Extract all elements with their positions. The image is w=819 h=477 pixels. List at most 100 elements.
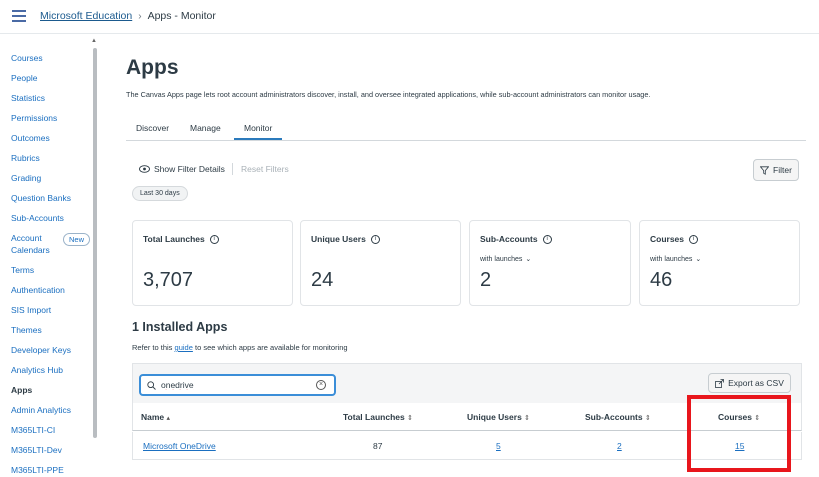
filter-button[interactable]: Filter xyxy=(753,159,799,181)
sidebar-item-m365lti-ppe[interactable]: M365LTI-PPE xyxy=(11,465,64,476)
card-unique-users-label: Unique Users i xyxy=(311,234,380,244)
sidebar-item-statistics[interactable]: Statistics xyxy=(11,93,45,104)
reset-filters-button[interactable]: Reset Filters xyxy=(241,164,289,174)
show-filter-details-label: Show Filter Details xyxy=(154,164,225,174)
sidebar-item-m365lti-dev[interactable]: M365LTI-Dev xyxy=(11,445,62,456)
card-sub-accounts-label: Sub-Accounts i xyxy=(480,234,552,244)
scroll-up-icon[interactable]: ▲ xyxy=(91,38,97,44)
cell-sub-accounts-link[interactable]: 2 xyxy=(617,441,622,451)
courses-with-launches-dropdown[interactable]: with launches ⌄ xyxy=(650,255,702,264)
export-csv-label: Export as CSV xyxy=(728,378,784,388)
guide-link[interactable]: guide xyxy=(175,343,193,352)
column-header-unique-users[interactable]: Unique Users ⇕ xyxy=(467,412,530,422)
sub-accounts-with-launches-dropdown[interactable]: with launches ⌄ xyxy=(480,255,532,264)
column-header-sub-accounts[interactable]: Sub-Accounts ⇕ xyxy=(585,412,651,422)
sidebar-item-account-calendars[interactable]: Account xyxy=(11,233,42,244)
breadcrumb-separator: › xyxy=(138,10,142,22)
sidebar-item-themes[interactable]: Themes xyxy=(11,325,42,336)
card-courses-value: 46 xyxy=(650,269,673,291)
info-icon[interactable]: i xyxy=(542,234,552,244)
filter-divider xyxy=(232,163,233,175)
sidebar-item-admin-analytics[interactable]: Admin Analytics xyxy=(11,405,71,416)
menu-icon[interactable] xyxy=(12,10,26,22)
sidebar-item-developer-keys[interactable]: Developer Keys xyxy=(11,345,71,356)
card-courses: Courses i with launches ⌄ 46 xyxy=(639,220,800,306)
app-name-link[interactable]: Microsoft OneDrive xyxy=(143,441,216,451)
courses-column-highlight-box xyxy=(687,395,791,472)
cell-unique-users-link[interactable]: 5 xyxy=(496,441,501,451)
sort-icon: ▴ xyxy=(166,415,171,422)
sidebar-item-question-banks[interactable]: Question Banks xyxy=(11,193,71,204)
card-sub-accounts-title: Sub-Accounts xyxy=(480,234,538,244)
app-search-field[interactable]: × xyxy=(139,374,336,396)
export-csv-button[interactable]: Export as CSV xyxy=(708,373,791,393)
card-unique-users-title: Unique Users xyxy=(311,234,366,244)
filter-button-label: Filter xyxy=(773,165,792,175)
sidebar-item-grading[interactable]: Grading xyxy=(11,173,41,184)
column-header-name[interactable]: Name ▴ xyxy=(141,412,170,422)
courses-dropdown-label: with launches xyxy=(650,255,693,263)
card-sub-accounts-value: 2 xyxy=(480,269,492,291)
show-filter-details-button[interactable]: Show Filter Details xyxy=(139,164,225,174)
sidebar-item-authentication[interactable]: Authentication xyxy=(11,285,65,296)
card-unique-users: Unique Users i 24 xyxy=(300,220,461,306)
sidebar-item-people[interactable]: People xyxy=(11,73,37,84)
sidebar-item-sis-import[interactable]: SIS Import xyxy=(11,305,51,316)
search-icon xyxy=(147,380,156,390)
breadcrumb: Microsoft Education › Apps - Monitor xyxy=(40,10,216,22)
clear-icon[interactable]: × xyxy=(316,380,326,390)
sort-icon: ⇕ xyxy=(407,415,413,422)
card-total-launches-title: Total Launches xyxy=(143,234,205,244)
tab-discover[interactable]: Discover xyxy=(136,123,169,133)
sidebar-item-m365lti-ci[interactable]: M365LTI-CI xyxy=(11,425,55,436)
eye-icon xyxy=(139,165,150,173)
breadcrumb-current: Apps - Monitor xyxy=(147,10,216,22)
export-icon xyxy=(715,378,725,388)
sub-accounts-dropdown-label: with launches xyxy=(480,255,523,263)
column-header-unique-users-label: Unique Users xyxy=(467,412,522,422)
column-header-name-label: Name xyxy=(141,412,165,422)
guide-text-pre: Refer to this xyxy=(132,343,173,352)
tab-monitor[interactable]: Monitor xyxy=(234,123,283,140)
breadcrumb-root-link[interactable]: Microsoft Education xyxy=(40,10,132,22)
column-header-total-launches-label: Total Launches xyxy=(343,412,405,422)
chevron-down-icon: ⌄ xyxy=(695,256,702,263)
sidebar-scrollbar[interactable] xyxy=(93,48,97,438)
sort-icon: ⇕ xyxy=(645,415,651,422)
card-total-launches-value: 3,707 xyxy=(143,269,194,291)
sidebar-item-apps[interactable]: Apps xyxy=(11,385,32,396)
top-bar: Microsoft Education › Apps - Monitor xyxy=(0,0,819,34)
new-badge: New xyxy=(63,233,91,246)
page-title: Apps xyxy=(126,56,179,79)
cell-total-launches: 87 xyxy=(373,441,383,451)
tab-manage[interactable]: Manage xyxy=(190,123,221,133)
info-icon[interactable]: i xyxy=(689,234,699,244)
card-total-launches-label: Total Launches i xyxy=(143,234,219,244)
page-description: The Canvas Apps page lets root account a… xyxy=(126,90,651,99)
account-nav: Courses People Statistics Permissions Ou… xyxy=(0,40,98,477)
guide-text: Refer to this guide to see which apps ar… xyxy=(132,343,348,352)
sidebar-item-rubrics[interactable]: Rubrics xyxy=(11,153,40,164)
sidebar-item-courses[interactable]: Courses xyxy=(11,53,43,64)
card-unique-users-value: 24 xyxy=(311,269,334,291)
card-courses-title: Courses xyxy=(650,234,685,244)
sidebar-item-terms[interactable]: Terms xyxy=(11,265,34,276)
date-range-chip[interactable]: Last 30 days xyxy=(132,186,188,201)
card-sub-accounts: Sub-Accounts i with launches ⌄ 2 xyxy=(469,220,631,306)
sidebar-item-outcomes[interactable]: Outcomes xyxy=(11,133,50,144)
card-total-launches: Total Launches i 3,707 xyxy=(132,220,293,306)
tab-list: Discover Manage Monitor xyxy=(126,117,806,141)
card-courses-label: Courses i xyxy=(650,234,699,244)
app-search-input[interactable] xyxy=(161,380,311,390)
sidebar-item-analytics-hub[interactable]: Analytics Hub xyxy=(11,365,63,376)
sidebar-item-account-calendars-line2[interactable]: Calendars xyxy=(11,245,50,256)
column-header-sub-accounts-label: Sub-Accounts xyxy=(585,412,643,422)
column-header-total-launches[interactable]: Total Launches ⇕ xyxy=(343,412,413,422)
sidebar-item-permissions[interactable]: Permissions xyxy=(11,113,57,124)
info-icon[interactable]: i xyxy=(209,234,219,244)
guide-text-post: to see which apps are available for moni… xyxy=(194,343,348,352)
info-icon[interactable]: i xyxy=(370,234,380,244)
sort-icon: ⇕ xyxy=(524,415,531,422)
chevron-down-icon: ⌄ xyxy=(525,256,532,263)
sidebar-item-sub-accounts[interactable]: Sub-Accounts xyxy=(11,213,64,224)
